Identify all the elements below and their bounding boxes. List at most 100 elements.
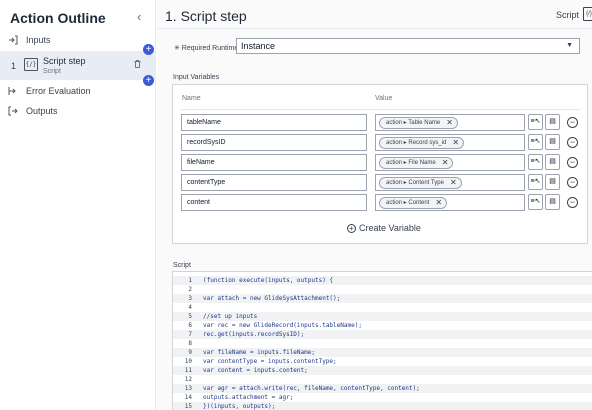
remove-variable-button[interactable]: − (567, 117, 578, 128)
close-icon[interactable]: ✕ (435, 198, 442, 208)
data-pill-picker-icon[interactable]: ≡↖ (528, 194, 543, 210)
code-line[interactable]: 13 var agr = attach.write(rec, fileName, … (173, 384, 592, 393)
variable-row: tableName action ▸ Table Name ✕ ≡↖ ▤ − (173, 114, 589, 131)
pill-label: action ▸ Content (386, 200, 430, 206)
remove-variable-button[interactable]: − (567, 197, 578, 208)
variable-value-field[interactable]: action ▸ Table Name ✕ (375, 114, 525, 131)
code-text[interactable]: var agr = attach.write(rec, fileName, co… (203, 384, 420, 393)
code-text[interactable]: var rec = new GlideRecord(inputs.tableNa… (203, 321, 362, 330)
code-text[interactable]: outputs.attachment = agr; (203, 393, 293, 402)
remove-variable-button[interactable]: − (567, 137, 578, 148)
code-line[interactable]: 2 (173, 285, 592, 294)
data-pill[interactable]: action ▸ File Name ✕ (379, 157, 454, 169)
code-line[interactable]: 7 rec.get(inputs.recordSysID); (173, 330, 592, 339)
variable-value-field[interactable]: action ▸ Content ✕ (375, 194, 525, 211)
input-variables-box: Name Value tableName action ▸ Table Name… (172, 84, 588, 244)
code-text[interactable]: //set up inputs (203, 312, 257, 321)
data-pill[interactable]: action ▸ Content Type ✕ (379, 177, 462, 189)
create-variable-button[interactable]: + Create Variable (347, 223, 421, 233)
outline-item-label: Inputs (26, 35, 51, 45)
script-icon: {/} (24, 58, 38, 71)
step-editor: 1. Script step Script {/} ✳ Required Run… (157, 0, 592, 410)
code-line[interactable]: 11 var content = inputs.content; (173, 366, 592, 375)
code-line[interactable]: 3 var attach = new GlideSysAttachment(); (173, 294, 592, 303)
script-toggle-icon[interactable]: ▤ (545, 154, 560, 170)
variable-name-input[interactable]: tableName (181, 114, 367, 131)
variable-value-field[interactable]: action ▸ Content Type ✕ (375, 174, 525, 191)
data-pill[interactable]: action ▸ Content ✕ (379, 197, 448, 209)
data-pill-picker-icon[interactable]: ≡↖ (528, 174, 543, 190)
trash-icon[interactable] (134, 60, 141, 70)
line-number: 12 (184, 376, 192, 383)
pill-label: action ▸ File Name (386, 160, 436, 166)
code-line[interactable]: 6 var rec = new GlideRecord(inputs.tableN… (173, 321, 592, 330)
script-toggle-icon[interactable]: ▤ (545, 174, 560, 190)
line-number: 8 (188, 340, 192, 347)
code-text[interactable]: var fileName = inputs.fileName; (203, 348, 315, 357)
variable-value-field[interactable]: action ▸ File Name ✕ (375, 154, 525, 171)
code-text[interactable]: rec.get(inputs.recordSysID); (203, 330, 304, 339)
data-pill-picker-icon[interactable]: ≡↖ (528, 114, 543, 130)
code-line[interactable]: 15 })(inputs, outputs); (173, 402, 592, 410)
data-pill[interactable]: action ▸ Table Name ✕ (379, 117, 458, 129)
script-toggle-icon[interactable]: ▤ (545, 114, 560, 130)
script-editor[interactable]: 1 (function execute(inputs, outputs) {2 3 v… (172, 271, 592, 410)
required-runtime-select[interactable]: Instance ▼ (236, 38, 580, 54)
data-pill-picker-icon[interactable]: ≡↖ (528, 154, 543, 170)
code-text[interactable]: })(inputs, outputs); (203, 402, 275, 410)
data-pill-picker-icon[interactable]: ≡↖ (528, 134, 543, 150)
name-column-header: Name (182, 95, 201, 102)
close-icon[interactable]: ✕ (450, 178, 457, 188)
header-divider (181, 109, 581, 110)
outline-item-inputs[interactable]: Inputs (0, 30, 156, 50)
line-number: 2 (188, 286, 192, 293)
outline-step-card[interactable]: 1 {/} Script step Script (0, 51, 156, 80)
code-line[interactable]: 12 (173, 375, 592, 384)
line-number: 10 (184, 358, 192, 365)
code-line[interactable]: 14 outputs.attachment = agr; (173, 393, 592, 402)
remove-variable-button[interactable]: − (567, 177, 578, 188)
collapse-panel-button[interactable]: ‹ (137, 9, 141, 24)
chevron-down-icon: ▼ (566, 42, 573, 49)
code-line[interactable]: 5 //set up inputs (173, 312, 592, 321)
script-toggle-icon[interactable]: ▤ (545, 194, 560, 210)
input-variables-label: Input Variables (173, 74, 220, 81)
required-runtime-label: ✳ Required Runtime (174, 45, 239, 52)
data-pill[interactable]: action ▸ Record sys_id ✕ (379, 137, 465, 149)
add-step-above-button[interactable]: + (143, 44, 154, 55)
code-line[interactable]: 10 var contentType = inputs.contentType; (173, 357, 592, 366)
pill-label: action ▸ Table Name (386, 120, 441, 126)
variable-name-input[interactable]: content (181, 194, 367, 211)
line-number: 4 (188, 304, 192, 311)
close-icon[interactable]: ✕ (452, 138, 459, 148)
close-icon[interactable]: ✕ (442, 158, 449, 168)
script-toggle-icon[interactable]: ▤ (545, 134, 560, 150)
variable-value-field[interactable]: action ▸ Record sys_id ✕ (375, 134, 525, 151)
code-text[interactable]: var attach = new GlideSysAttachment(); (203, 294, 340, 303)
variable-name-input[interactable]: fileName (181, 154, 367, 171)
runtime-value: Instance (241, 41, 276, 51)
outline-item-label: Outputs (26, 106, 58, 116)
code-text[interactable]: (function execute(inputs, outputs) { (203, 276, 333, 285)
outline-item-outputs[interactable]: Outputs (0, 101, 156, 121)
error-arrow-icon (8, 86, 18, 96)
outline-title: Action Outline (10, 10, 106, 26)
code-line[interactable]: 8 (173, 339, 592, 348)
code-text[interactable]: var contentType = inputs.contentType; (203, 357, 337, 366)
code-line[interactable]: 4 (173, 303, 592, 312)
code-line[interactable]: 1 (function execute(inputs, outputs) { (173, 276, 592, 285)
line-number: 13 (184, 385, 192, 392)
line-number: 11 (184, 367, 192, 374)
code-line[interactable]: 9 var fileName = inputs.fileName; (173, 348, 592, 357)
line-number: 15 (184, 403, 192, 410)
step-type-label: Script (556, 10, 580, 20)
action-outline-panel: Action Outline ‹ Inputs 1 {/} Script ste… (0, 0, 156, 410)
outline-item-error-evaluation[interactable]: Error Evaluation (0, 81, 156, 101)
step-title: 1. Script step (165, 8, 247, 24)
variable-name-input[interactable]: recordSysID (181, 134, 367, 151)
close-icon[interactable]: ✕ (446, 118, 453, 128)
remove-variable-button[interactable]: − (567, 157, 578, 168)
variable-name-input[interactable]: contentType (181, 174, 367, 191)
code-text[interactable]: var content = inputs.content; (203, 366, 308, 375)
plus-circle-icon: + (347, 223, 356, 233)
